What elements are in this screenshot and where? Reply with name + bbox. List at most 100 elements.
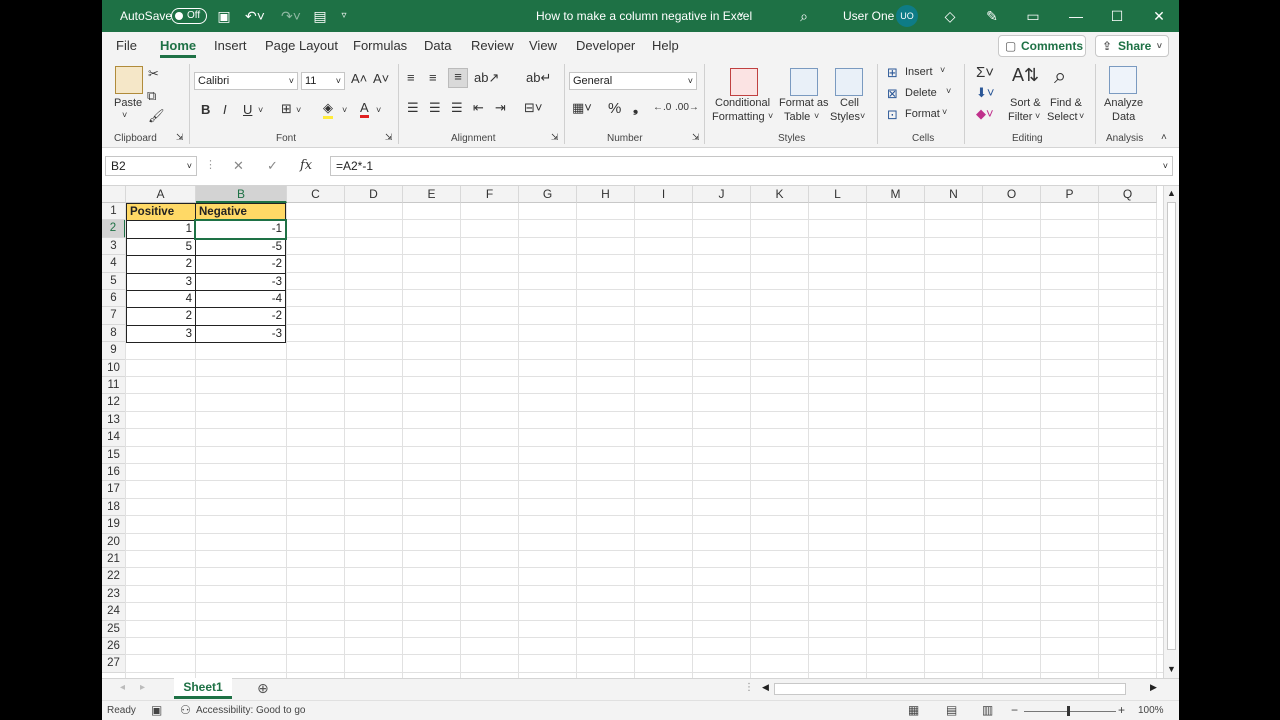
- cell-a5[interactable]: 3: [126, 272, 196, 291]
- insert-function-icon[interactable]: fx: [300, 158, 312, 173]
- row-header-12[interactable]: 12: [102, 394, 126, 412]
- autosum-icon[interactable]: Σ˅: [976, 64, 994, 81]
- orientation-icon[interactable]: ab↗: [474, 70, 499, 86]
- format-as-table-label-1[interactable]: Format as: [779, 97, 829, 109]
- column-header-a[interactable]: A: [126, 186, 196, 203]
- align-top-icon[interactable]: ≡: [407, 70, 415, 85]
- row-header-1[interactable]: 1: [102, 203, 126, 221]
- save-icon[interactable]: ▣: [214, 0, 234, 32]
- row-header-14[interactable]: 14: [102, 429, 126, 447]
- accessibility-icon[interactable]: ⚇: [180, 703, 191, 717]
- row-header-27[interactable]: 27: [102, 655, 126, 673]
- page-layout-view-icon[interactable]: ▤: [946, 703, 957, 717]
- row-header-11[interactable]: 11: [102, 377, 126, 395]
- wrap-text-icon[interactable]: ab↵: [526, 70, 551, 86]
- cell-styles-label-1[interactable]: Cell: [840, 97, 859, 109]
- row-header-18[interactable]: 18: [102, 498, 126, 517]
- ribbon-display-icon[interactable]: ▭: [1023, 0, 1043, 32]
- row-header-24[interactable]: 24: [102, 603, 126, 621]
- column-header-q[interactable]: Q: [1099, 186, 1157, 203]
- cell-b2[interactable]: -1: [194, 219, 287, 240]
- more-options-icon[interactable]: ⋮: [205, 158, 216, 171]
- align-bottom-icon[interactable]: ≡: [448, 68, 468, 88]
- italic-icon[interactable]: I: [223, 102, 227, 117]
- fill-color-icon[interactable]: ◈: [323, 100, 333, 119]
- conditional-formatting-label-2[interactable]: Formatting: [712, 111, 765, 123]
- scroll-up-icon[interactable]: ▲: [1167, 188, 1176, 198]
- sheet-tab-sheet1[interactable]: Sheet1: [174, 678, 232, 699]
- align-left-icon[interactable]: ☰: [407, 100, 419, 116]
- prev-sheet-icon[interactable]: ◂: [120, 682, 125, 693]
- comments-button[interactable]: ▢ Comments: [998, 35, 1086, 57]
- splitter-icon[interactable]: ⋮: [744, 682, 754, 693]
- bold-icon[interactable]: B: [201, 102, 210, 117]
- align-middle-icon[interactable]: ≡: [429, 70, 437, 85]
- tab-help[interactable]: Help: [652, 38, 679, 53]
- underline-chevron-icon[interactable]: ˅: [258, 105, 263, 115]
- delete-cells-icon[interactable]: ⊠: [887, 86, 898, 102]
- redo-icon[interactable]: ↷˅: [276, 0, 306, 32]
- conditional-formatting-label-1[interactable]: Conditional: [715, 97, 770, 109]
- sort-filter-icon[interactable]: A⇅: [1012, 65, 1039, 86]
- fill-icon[interactable]: ⬇˅: [976, 85, 994, 101]
- zoom-in-icon[interactable]: +: [1118, 703, 1125, 717]
- insert-cells-label[interactable]: Insert: [905, 66, 933, 78]
- cell-a7[interactable]: 2: [126, 307, 196, 326]
- avatar[interactable]: UO: [896, 5, 918, 27]
- borders-chevron-icon[interactable]: ˅: [296, 105, 301, 115]
- find-select-label-2[interactable]: Select: [1047, 111, 1078, 123]
- tab-data[interactable]: Data: [424, 38, 451, 53]
- row-header-22[interactable]: 22: [102, 568, 126, 586]
- column-header-c[interactable]: C: [287, 186, 345, 203]
- format-cells-icon[interactable]: ⊡: [887, 107, 898, 123]
- column-header-k[interactable]: K: [751, 186, 809, 203]
- fill-chevron-icon[interactable]: ˅: [342, 105, 347, 115]
- column-header-o[interactable]: O: [983, 186, 1041, 203]
- row-header-4[interactable]: 4: [102, 255, 126, 273]
- paste-chevron-icon[interactable]: ˅: [122, 110, 127, 120]
- chevron-down-icon[interactable]: ˅: [860, 111, 865, 121]
- row-header-21[interactable]: 21: [102, 551, 126, 569]
- cell-b6[interactable]: -4: [195, 290, 286, 309]
- row-header-13[interactable]: 13: [102, 411, 126, 430]
- tab-file[interactable]: File: [116, 38, 137, 53]
- cell-a2[interactable]: 1: [126, 220, 196, 239]
- paste-label[interactable]: Paste: [114, 97, 142, 109]
- row-header-20[interactable]: 20: [102, 533, 126, 551]
- increase-decimal-icon[interactable]: ←.0: [653, 102, 671, 113]
- normal-view-icon[interactable]: ▦: [908, 703, 919, 717]
- format-as-table-label-2[interactable]: Table: [784, 111, 810, 123]
- analyze-data-label-2[interactable]: Data: [1112, 111, 1135, 123]
- column-header-e[interactable]: E: [403, 186, 461, 203]
- row-header-16[interactable]: 16: [102, 464, 126, 482]
- customize-toolbar-icon[interactable]: ▿: [336, 0, 352, 32]
- cell-a3[interactable]: 5: [126, 237, 196, 257]
- macro-record-icon[interactable]: ▣: [151, 703, 162, 717]
- row-header-5[interactable]: 5: [102, 272, 126, 290]
- search-icon[interactable]: ⌕: [794, 0, 814, 32]
- zoom-level[interactable]: 100%: [1138, 705, 1164, 716]
- underline-icon[interactable]: U: [243, 102, 252, 117]
- row-header-17[interactable]: 17: [102, 481, 126, 499]
- row-header-8[interactable]: 8: [102, 324, 126, 343]
- tab-review[interactable]: Review: [471, 38, 514, 53]
- cut-icon[interactable]: ✂: [148, 66, 159, 82]
- undo-icon[interactable]: ↶˅: [240, 0, 270, 32]
- maximize-icon[interactable]: ☐: [1107, 0, 1127, 32]
- insert-cells-icon[interactable]: ⊞: [887, 65, 898, 81]
- add-sheet-icon[interactable]: ⊕: [257, 680, 269, 697]
- format-painter-icon[interactable]: 🖌: [148, 108, 165, 124]
- font-size-select[interactable]: 11 ˅: [301, 72, 345, 90]
- row-header-10[interactable]: 10: [102, 359, 126, 377]
- align-center-icon[interactable]: ☰: [429, 100, 441, 116]
- tab-developer[interactable]: Developer: [576, 38, 635, 53]
- column-header-h[interactable]: H: [577, 186, 635, 203]
- sort-filter-label-1[interactable]: Sort &: [1010, 97, 1041, 109]
- column-header-g[interactable]: G: [519, 186, 577, 203]
- cell-styles-icon[interactable]: [835, 68, 863, 96]
- autosave-toggle[interactable]: Off: [171, 8, 207, 24]
- conditional-formatting-icon[interactable]: [730, 68, 758, 96]
- cancel-icon[interactable]: ✕: [233, 158, 244, 174]
- cell-b5[interactable]: -3: [195, 272, 286, 291]
- align-right-icon[interactable]: ☰: [451, 100, 463, 116]
